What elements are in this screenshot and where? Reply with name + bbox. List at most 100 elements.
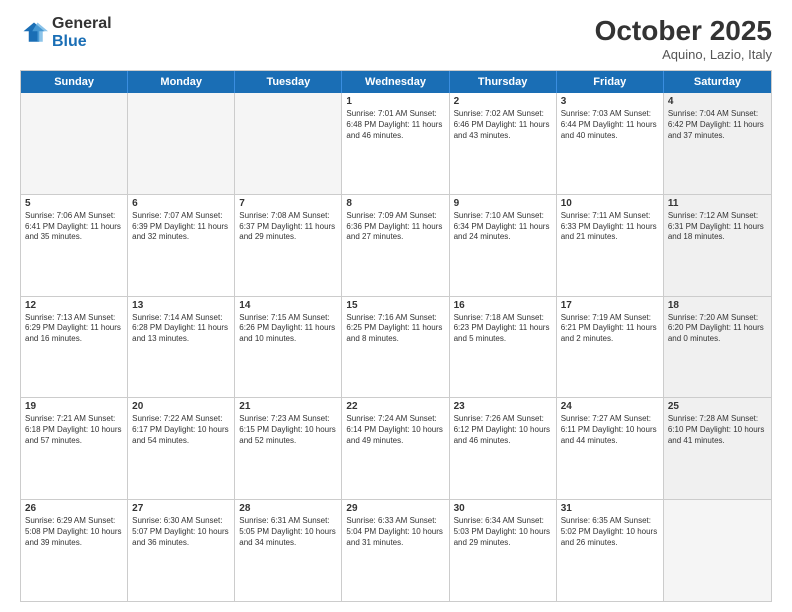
- day-number: 14: [239, 300, 337, 311]
- calendar-row-2: 12 Sunrise: 7:13 AM Sunset: 6:29 PM Dayli…: [21, 297, 771, 399]
- day-number: 10: [561, 198, 659, 209]
- calendar-row-0: 1 Sunrise: 7:01 AM Sunset: 6:48 PM Daylig…: [21, 93, 771, 195]
- calendar-cell-r4c2: 28 Sunrise: 6:31 AM Sunset: 5:05 PM Dayli…: [235, 500, 342, 601]
- calendar-cell-r2c6: 18 Sunrise: 7:20 AM Sunset: 6:20 PM Dayli…: [664, 297, 771, 398]
- day-number: 12: [25, 300, 123, 311]
- day-number: 7: [239, 198, 337, 209]
- day-number: 29: [346, 503, 444, 514]
- day-number: 31: [561, 503, 659, 514]
- calendar-cell-r4c5: 31 Sunrise: 6:35 AM Sunset: 5:02 PM Dayli…: [557, 500, 664, 601]
- day-number: 24: [561, 401, 659, 412]
- day-number: 4: [668, 96, 767, 107]
- page: General Blue October 2025 Aquino, Lazio,…: [0, 0, 792, 612]
- header-day-friday: Friday: [557, 71, 664, 93]
- calendar-cell-r4c3: 29 Sunrise: 6:33 AM Sunset: 5:04 PM Dayli…: [342, 500, 449, 601]
- header-day-saturday: Saturday: [664, 71, 771, 93]
- day-number: 9: [454, 198, 552, 209]
- day-info: Sunrise: 7:16 AM Sunset: 6:25 PM Dayligh…: [346, 313, 444, 345]
- calendar-body: 1 Sunrise: 7:01 AM Sunset: 6:48 PM Daylig…: [21, 93, 771, 601]
- calendar-cell-r2c0: 12 Sunrise: 7:13 AM Sunset: 6:29 PM Dayli…: [21, 297, 128, 398]
- day-info: Sunrise: 6:31 AM Sunset: 5:05 PM Dayligh…: [239, 516, 337, 548]
- calendar-cell-r4c6: [664, 500, 771, 601]
- day-info: Sunrise: 7:06 AM Sunset: 6:41 PM Dayligh…: [25, 211, 123, 243]
- calendar-cell-r0c3: 1 Sunrise: 7:01 AM Sunset: 6:48 PM Daylig…: [342, 93, 449, 194]
- day-info: Sunrise: 7:19 AM Sunset: 6:21 PM Dayligh…: [561, 313, 659, 345]
- day-number: 3: [561, 96, 659, 107]
- day-number: 11: [668, 198, 767, 209]
- day-number: 23: [454, 401, 552, 412]
- header-day-tuesday: Tuesday: [235, 71, 342, 93]
- title-block: October 2025 Aquino, Lazio, Italy: [595, 15, 772, 62]
- logo-text: General Blue: [52, 15, 112, 50]
- day-info: Sunrise: 7:13 AM Sunset: 6:29 PM Dayligh…: [25, 313, 123, 345]
- day-number: 1: [346, 96, 444, 107]
- day-info: Sunrise: 6:33 AM Sunset: 5:04 PM Dayligh…: [346, 516, 444, 548]
- calendar-cell-r0c1: [128, 93, 235, 194]
- day-info: Sunrise: 7:11 AM Sunset: 6:33 PM Dayligh…: [561, 211, 659, 243]
- header-day-thursday: Thursday: [450, 71, 557, 93]
- calendar-cell-r0c6: 4 Sunrise: 7:04 AM Sunset: 6:42 PM Daylig…: [664, 93, 771, 194]
- calendar-cell-r4c1: 27 Sunrise: 6:30 AM Sunset: 5:07 PM Dayli…: [128, 500, 235, 601]
- calendar-cell-r0c0: [21, 93, 128, 194]
- day-number: 2: [454, 96, 552, 107]
- calendar-cell-r3c4: 23Sunrise: 7:26 AM Sunset: 6:12 PM Dayli…: [450, 398, 557, 499]
- day-number: 27: [132, 503, 230, 514]
- day-info: Sunrise: 7:09 AM Sunset: 6:36 PM Dayligh…: [346, 211, 444, 243]
- day-number: 6: [132, 198, 230, 209]
- day-info: Sunrise: 6:30 AM Sunset: 5:07 PM Dayligh…: [132, 516, 230, 548]
- calendar-cell-r4c0: 26 Sunrise: 6:29 AM Sunset: 5:08 PM Dayli…: [21, 500, 128, 601]
- day-info: Sunrise: 6:35 AM Sunset: 5:02 PM Dayligh…: [561, 516, 659, 548]
- day-info: Sunrise: 7:20 AM Sunset: 6:20 PM Dayligh…: [668, 313, 767, 345]
- calendar-row-4: 26 Sunrise: 6:29 AM Sunset: 5:08 PM Dayli…: [21, 500, 771, 601]
- calendar-cell-r4c4: 30 Sunrise: 6:34 AM Sunset: 5:03 PM Dayli…: [450, 500, 557, 601]
- logo-icon: [20, 19, 48, 47]
- header-day-wednesday: Wednesday: [342, 71, 449, 93]
- logo-blue-text: Blue: [52, 33, 112, 51]
- calendar-cell-r2c4: 16 Sunrise: 7:18 AM Sunset: 6:23 PM Dayli…: [450, 297, 557, 398]
- calendar-cell-r3c3: 22Sunrise: 7:24 AM Sunset: 6:14 PM Dayli…: [342, 398, 449, 499]
- day-number: 25: [668, 401, 767, 412]
- header-day-monday: Monday: [128, 71, 235, 93]
- calendar-cell-r0c4: 2Sunrise: 7:02 AM Sunset: 6:46 PM Daylig…: [450, 93, 557, 194]
- logo-general-text: General: [52, 15, 112, 33]
- calendar-cell-r1c2: 7Sunrise: 7:08 AM Sunset: 6:37 PM Daylig…: [235, 195, 342, 296]
- calendar-cell-r3c6: 25Sunrise: 7:28 AM Sunset: 6:10 PM Dayli…: [664, 398, 771, 499]
- day-number: 18: [668, 300, 767, 311]
- day-info: Sunrise: 7:21 AM Sunset: 6:18 PM Dayligh…: [25, 414, 123, 446]
- day-number: 19: [25, 401, 123, 412]
- day-number: 28: [239, 503, 337, 514]
- calendar-cell-r0c5: 3 Sunrise: 7:03 AM Sunset: 6:44 PM Daylig…: [557, 93, 664, 194]
- calendar-cell-r1c0: 5Sunrise: 7:06 AM Sunset: 6:41 PM Daylig…: [21, 195, 128, 296]
- header-day-sunday: Sunday: [21, 71, 128, 93]
- calendar-cell-r0c2: [235, 93, 342, 194]
- day-info: Sunrise: 6:34 AM Sunset: 5:03 PM Dayligh…: [454, 516, 552, 548]
- calendar-cell-r3c5: 24 Sunrise: 7:27 AM Sunset: 6:11 PM Dayli…: [557, 398, 664, 499]
- day-number: 15: [346, 300, 444, 311]
- calendar-cell-r2c3: 15 Sunrise: 7:16 AM Sunset: 6:25 PM Dayli…: [342, 297, 449, 398]
- calendar-header: SundayMondayTuesdayWednesdayThursdayFrid…: [21, 71, 771, 93]
- calendar-cell-r1c1: 6 Sunrise: 7:07 AM Sunset: 6:39 PM Daylig…: [128, 195, 235, 296]
- calendar-cell-r1c3: 8 Sunrise: 7:09 AM Sunset: 6:36 PM Daylig…: [342, 195, 449, 296]
- day-info: Sunrise: 7:24 AM Sunset: 6:14 PM Dayligh…: [346, 414, 444, 446]
- day-info: Sunrise: 7:04 AM Sunset: 6:42 PM Dayligh…: [668, 109, 767, 141]
- day-info: Sunrise: 7:03 AM Sunset: 6:44 PM Dayligh…: [561, 109, 659, 141]
- day-info: Sunrise: 7:07 AM Sunset: 6:39 PM Dayligh…: [132, 211, 230, 243]
- location-subtitle: Aquino, Lazio, Italy: [595, 47, 772, 62]
- day-number: 8: [346, 198, 444, 209]
- calendar-cell-r2c2: 14Sunrise: 7:15 AM Sunset: 6:26 PM Dayli…: [235, 297, 342, 398]
- calendar-row-1: 5Sunrise: 7:06 AM Sunset: 6:41 PM Daylig…: [21, 195, 771, 297]
- day-info: Sunrise: 6:29 AM Sunset: 5:08 PM Dayligh…: [25, 516, 123, 548]
- day-number: 26: [25, 503, 123, 514]
- day-info: Sunrise: 7:22 AM Sunset: 6:17 PM Dayligh…: [132, 414, 230, 446]
- day-info: Sunrise: 7:27 AM Sunset: 6:11 PM Dayligh…: [561, 414, 659, 446]
- day-info: Sunrise: 7:18 AM Sunset: 6:23 PM Dayligh…: [454, 313, 552, 345]
- day-number: 21: [239, 401, 337, 412]
- day-number: 13: [132, 300, 230, 311]
- day-number: 16: [454, 300, 552, 311]
- day-number: 30: [454, 503, 552, 514]
- month-title: October 2025: [595, 15, 772, 47]
- day-info: Sunrise: 7:01 AM Sunset: 6:48 PM Dayligh…: [346, 109, 444, 141]
- day-info: Sunrise: 7:14 AM Sunset: 6:28 PM Dayligh…: [132, 313, 230, 345]
- calendar-row-3: 19 Sunrise: 7:21 AM Sunset: 6:18 PM Dayli…: [21, 398, 771, 500]
- logo: General Blue: [20, 15, 112, 50]
